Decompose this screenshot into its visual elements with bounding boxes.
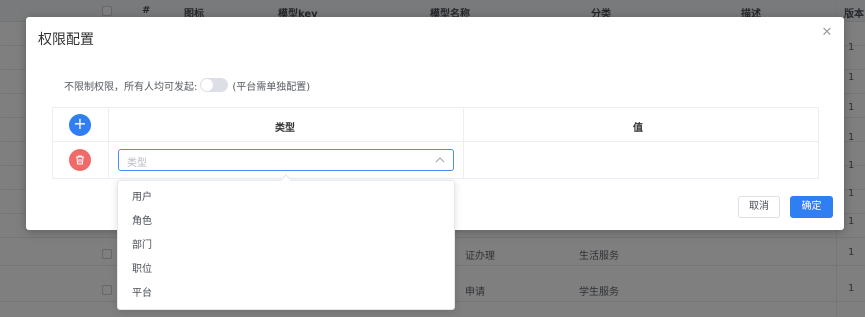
dropdown-option-role[interactable]: 角色: [118, 210, 454, 234]
unrestricted-toggle[interactable]: [200, 78, 229, 92]
column-divider: [463, 108, 464, 178]
row-divider: [53, 141, 818, 142]
permission-note: (平台需单独配置): [232, 81, 311, 93]
toggle-knob: [201, 79, 214, 91]
close-icon[interactable]: ✕: [820, 26, 834, 40]
dropdown-option-department[interactable]: 部门: [118, 234, 454, 258]
type-select[interactable]: 类型: [118, 149, 454, 171]
dropdown-option-position[interactable]: 职位: [118, 258, 454, 282]
type-column-header: 类型: [275, 123, 295, 134]
chevron-up-icon: [435, 157, 445, 163]
cancel-button[interactable]: 取消: [738, 196, 780, 218]
dialog-title: 权限配置: [38, 32, 94, 48]
permission-row: 不限制权限，所有人均可发起: (平台需单独配置): [64, 77, 310, 93]
confirm-button[interactable]: 确定: [790, 196, 833, 218]
dropdown-option-user[interactable]: 用户: [118, 186, 454, 210]
plus-icon[interactable]: +: [69, 114, 91, 136]
config-table: + 类型 值 类型: [52, 107, 819, 179]
permission-label: 不限制权限，所有人均可发起:: [64, 81, 198, 93]
type-dropdown: 用户 角色 部门 职位 平台: [117, 174, 455, 310]
type-select-placeholder: 类型: [127, 158, 147, 169]
trash-icon[interactable]: [69, 149, 91, 171]
screen: # 图标 模型key 模型名称 分类 描述 版本 证办理 生活服务 1 申请 学…: [0, 0, 865, 317]
dropdown-option-platform[interactable]: 平台: [118, 282, 454, 306]
value-column-header: 值: [633, 123, 643, 134]
column-divider: [108, 108, 109, 178]
